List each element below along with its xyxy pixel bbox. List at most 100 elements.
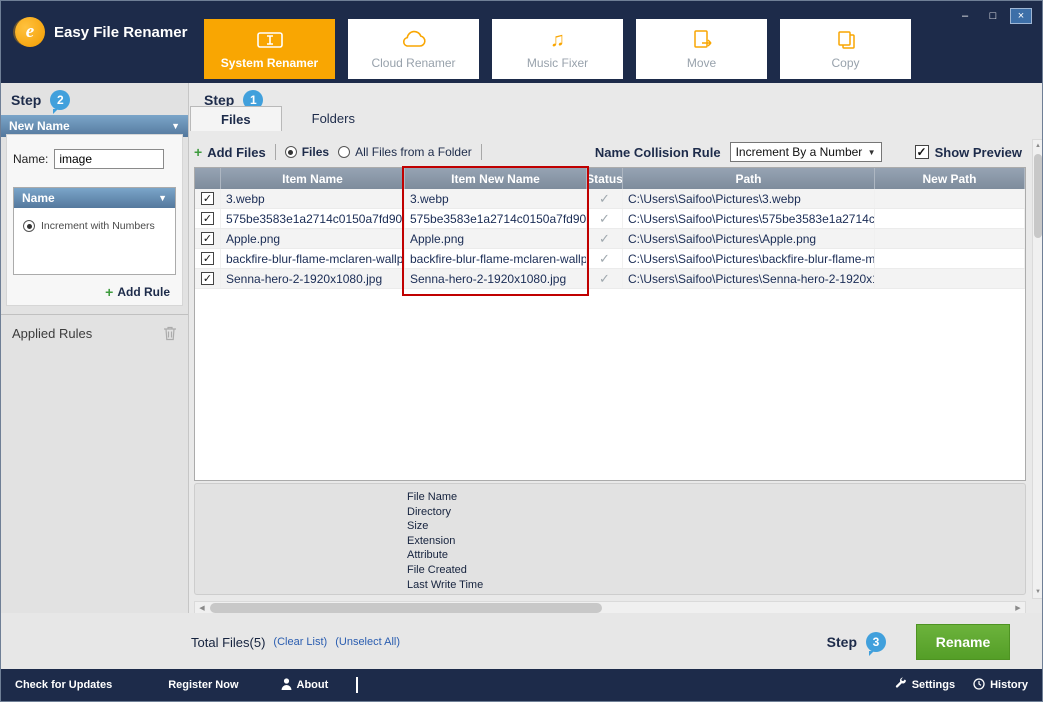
item-name-cell: 3.webp (221, 189, 405, 208)
files-radio[interactable] (284, 146, 297, 158)
table-header-row: Item Name Item New Name Status Path New … (195, 168, 1025, 189)
checkbox-column-header[interactable] (195, 168, 221, 189)
step-label: Step (11, 92, 42, 108)
name-collision-rule-dropdown[interactable]: Increment By a Number ▼ (729, 142, 882, 162)
toolbar-divider (274, 144, 276, 160)
table-row[interactable]: ✓ Senna-hero-2-1920x1080.jpg Senna-hero-… (195, 269, 1025, 289)
move-file-icon (691, 29, 713, 51)
row-checkbox[interactable]: ✓ (201, 192, 214, 205)
rename-button[interactable]: Rename (916, 624, 1010, 660)
maximize-button[interactable]: □ (982, 8, 1004, 24)
item-name-cell: backfire-blur-flame-mclaren-wallpa... (221, 249, 405, 268)
plus-icon: + (105, 284, 114, 300)
status-check-icon: ✓ (587, 189, 623, 208)
rule-field-label: Name (22, 191, 55, 205)
register-now-link[interactable]: Register Now (168, 679, 238, 691)
unselect-all-link[interactable]: (Unselect All) (335, 636, 400, 648)
row-checkbox[interactable]: ✓ (201, 272, 214, 285)
add-files-button[interactable]: + Add Files (194, 144, 266, 160)
tab-label: Move (686, 55, 717, 70)
info-field: Directory (407, 505, 452, 518)
increment-radio[interactable] (23, 220, 35, 232)
scroll-right-icon[interactable]: ▶ (1011, 604, 1025, 612)
vertical-scroll-thumb[interactable] (1034, 154, 1042, 238)
file-fields-info-panel: File Name Directory Size Extension Attri… (194, 483, 1026, 595)
check-for-updates-link[interactable]: Check for Updates (15, 679, 112, 691)
music-note-icon: ♫ (550, 28, 565, 51)
status-check-icon: ✓ (587, 229, 623, 248)
table-row[interactable]: ✓ 575be3583e1a2714c0150a7fd908c... 575be… (195, 209, 1025, 229)
info-field: File Name (407, 491, 458, 503)
close-button[interactable]: × (1010, 8, 1032, 24)
step-3-indicator: Step 3 (827, 632, 886, 656)
table-row[interactable]: ✓ backfire-blur-flame-mclaren-wallpa... … (195, 249, 1025, 269)
table-row[interactable]: ✓ 3.webp 3.webp ✓ C:\Users\Saifoo\Pictur… (195, 189, 1025, 209)
tab-copy[interactable]: Copy (780, 19, 911, 79)
rule-type-label: New Name (9, 119, 70, 133)
rule-editor-panel: Name: Name ▼ Increment with Numbers + Ad… (6, 134, 183, 306)
add-rule-label: Add Rule (117, 285, 170, 299)
item-new-name-header[interactable]: Item New Name (405, 168, 587, 189)
path-cell: C:\Users\Saifoo\Pictures\575be3583e1a271… (623, 209, 875, 228)
files-folders-tabs: Files Folders (190, 106, 385, 131)
chevron-down-icon: ▼ (158, 193, 167, 203)
info-field: Extension (407, 534, 456, 547)
folder-radio[interactable] (338, 146, 351, 158)
status-header[interactable]: Status (587, 168, 623, 189)
window-controls: – □ × (954, 8, 1032, 24)
applied-rules-section: Applied Rules (1, 320, 188, 346)
scroll-up-icon[interactable]: ▲ (1033, 140, 1042, 152)
item-name-header[interactable]: Item Name (221, 168, 405, 189)
about-link[interactable]: About (281, 677, 328, 693)
settings-link[interactable]: Settings (894, 677, 955, 693)
clear-list-link[interactable]: (Clear List) (273, 636, 327, 648)
path-header[interactable]: Path (623, 168, 875, 189)
trash-icon[interactable] (163, 326, 177, 341)
applied-rules-label: Applied Rules (12, 325, 93, 341)
step-2-indicator: Step 2 (1, 83, 188, 115)
name-input[interactable] (54, 149, 165, 169)
new-path-cell (875, 249, 1025, 268)
rule-field-dropdown[interactable]: Name ▼ (14, 188, 175, 208)
person-icon (281, 677, 292, 693)
clock-icon (973, 677, 985, 693)
app-window: e Easy File Renamer – □ × System Renamer… (0, 0, 1043, 702)
radio-all-files-from-folder[interactable]: All Files from a Folder (338, 145, 472, 159)
row-checkbox[interactable]: ✓ (201, 252, 214, 265)
status-check-icon: ✓ (587, 209, 623, 228)
increment-option-row: Increment with Numbers (14, 208, 175, 232)
new-path-header[interactable]: New Path (875, 168, 1025, 189)
vertical-scrollbar[interactable]: ▲ ▼ (1032, 139, 1042, 599)
show-preview-toggle[interactable]: ✓ Show Preview (914, 145, 1022, 160)
minimize-button[interactable]: – (954, 8, 976, 24)
tab-label: Copy (831, 55, 860, 70)
tab-folders[interactable]: Folders (282, 106, 385, 131)
tab-system-renamer[interactable]: System Renamer (204, 19, 335, 79)
path-cell: C:\Users\Saifoo\Pictures\Senna-hero-2-19… (623, 269, 875, 288)
folder-radio-label: All Files from a Folder (355, 145, 472, 159)
row-checkbox[interactable]: ✓ (201, 232, 214, 245)
row-checkbox[interactable]: ✓ (201, 212, 214, 225)
table-row[interactable]: ✓ Apple.png Apple.png ✓ C:\Users\Saifoo\… (195, 229, 1025, 249)
item-new-name-cell: Senna-hero-2-1920x1080.jpg (405, 269, 587, 288)
files-radio-label: Files (301, 145, 330, 159)
files-toolbar: + Add Files Files All Files from a Folde… (194, 139, 1022, 165)
horizontal-scroll-thumb[interactable] (210, 603, 602, 613)
scroll-down-icon[interactable]: ▼ (1033, 586, 1042, 598)
tab-cloud-renamer[interactable]: Cloud Renamer (348, 19, 479, 79)
status-check-icon: ✓ (587, 269, 623, 288)
radio-files[interactable]: Files (284, 145, 330, 159)
rule-options-box: Name ▼ Increment with Numbers (13, 187, 176, 275)
item-new-name-cell: Apple.png (405, 229, 587, 248)
add-rule-button[interactable]: + Add Rule (105, 284, 170, 300)
scroll-left-icon[interactable]: ◀ (195, 604, 209, 612)
chevron-down-icon: ▼ (171, 121, 180, 131)
increment-radio-label: Increment with Numbers (41, 220, 155, 232)
show-preview-checkbox[interactable]: ✓ (914, 145, 929, 159)
tab-move[interactable]: Move (636, 19, 767, 79)
history-link[interactable]: History (973, 677, 1028, 693)
tab-files[interactable]: Files (190, 106, 282, 131)
tab-music-fixer[interactable]: ♫ Music Fixer (492, 19, 623, 79)
app-title: Easy File Renamer (54, 23, 188, 41)
settings-label: Settings (911, 679, 956, 691)
